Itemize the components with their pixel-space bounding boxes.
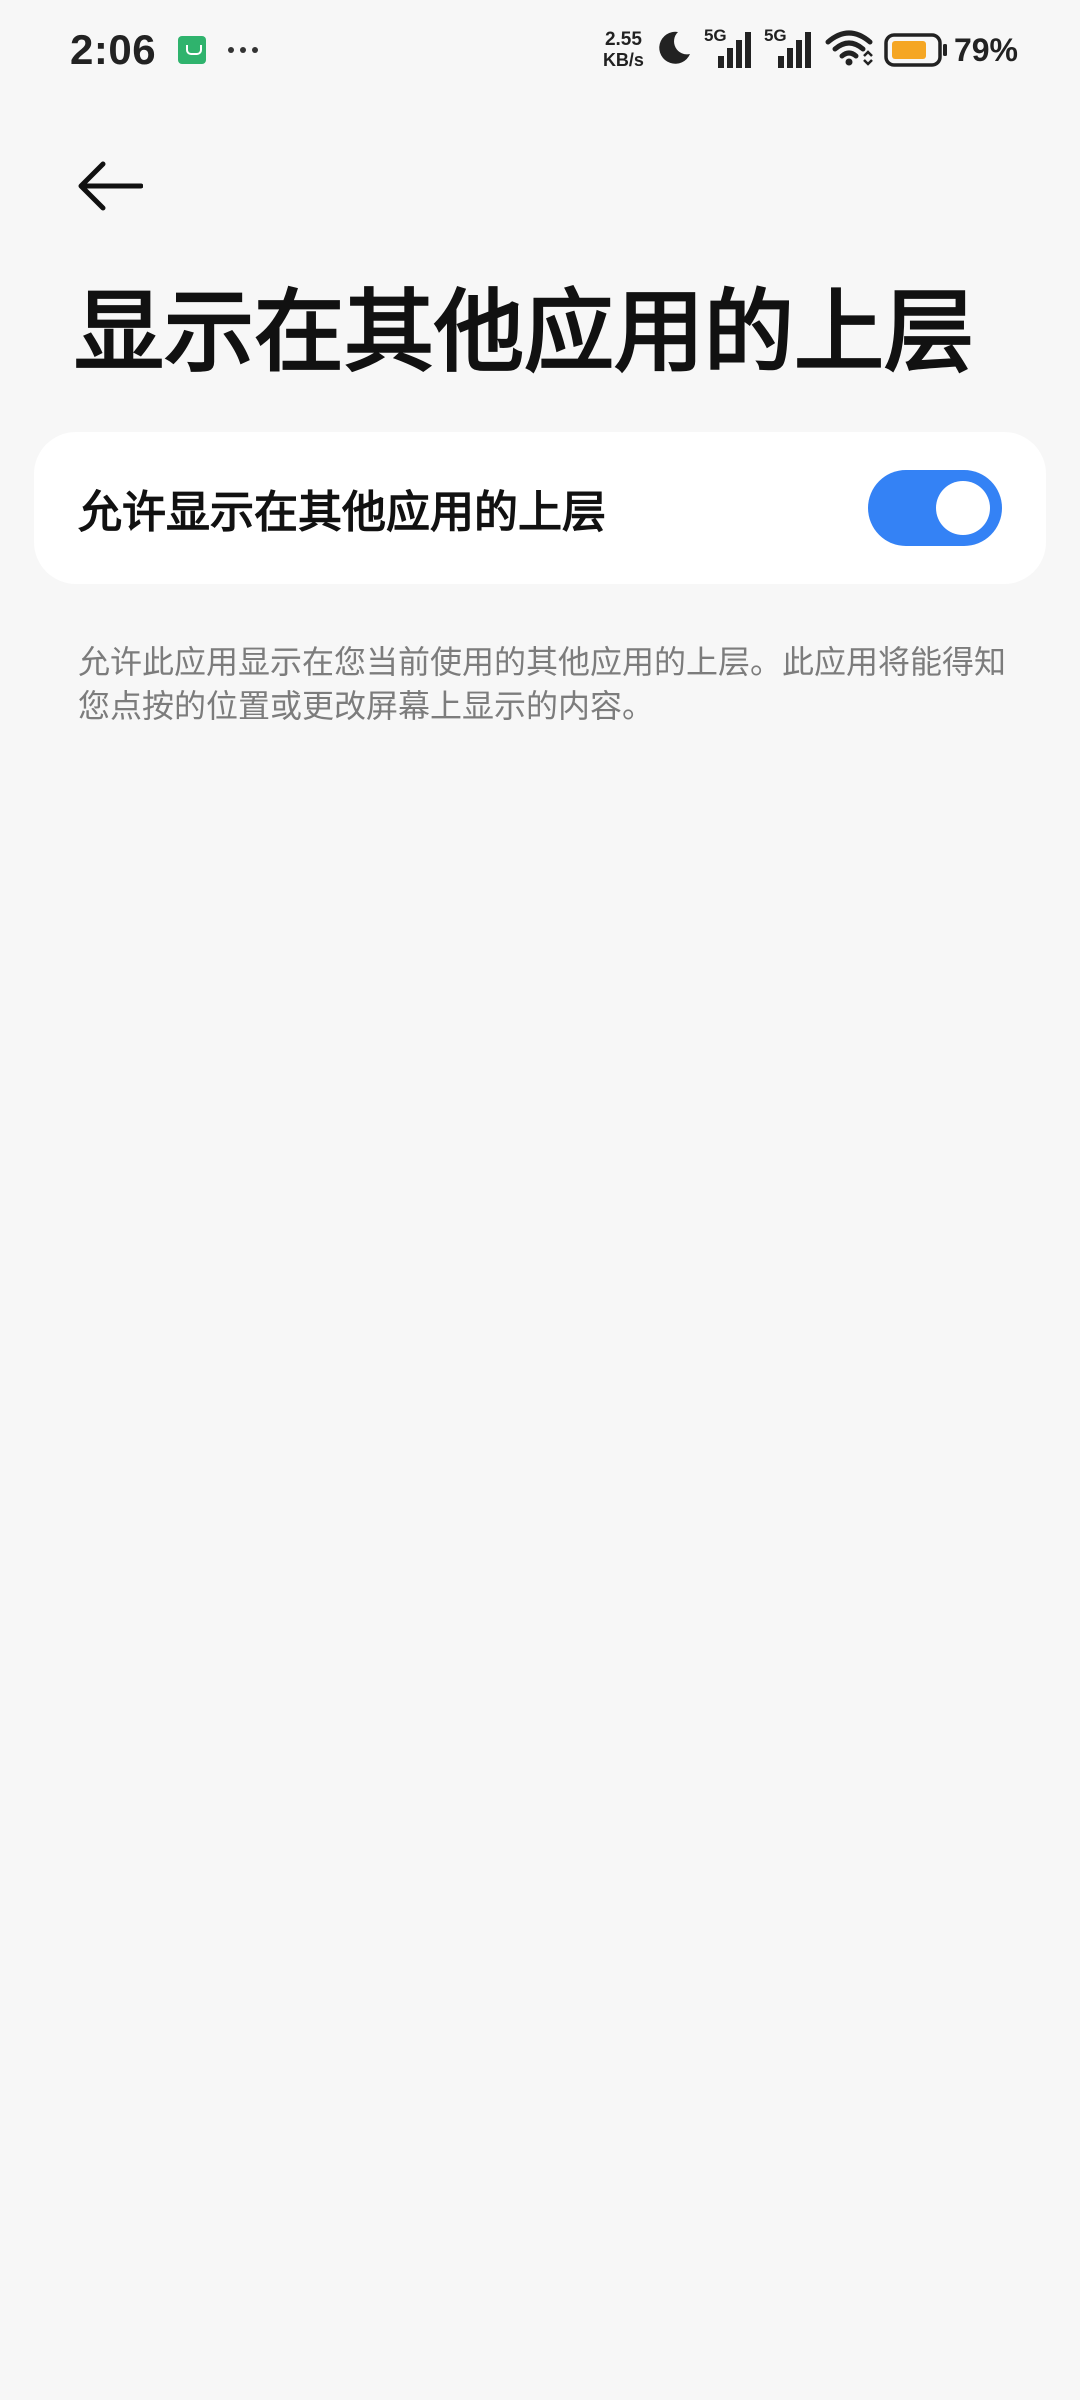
permission-setting-card[interactable]: 允许显示在其他应用的上层 [34, 432, 1046, 584]
signal-sim2-label: 5G [763, 26, 787, 45]
signal-strength-sim1: 5G [704, 26, 754, 70]
notification-app-icon [178, 36, 207, 64]
more-notifications-icon [228, 47, 259, 53]
allow-overlay-toggle[interactable] [868, 470, 1002, 546]
status-bar: 2:06 2.55 KB/s 5G 5G 79% [0, 0, 1080, 100]
back-button[interactable] [74, 155, 146, 217]
status-bar-right: 2.55 KB/s 5G 5G 79% [603, 22, 1018, 78]
signal-sim1-label: 5G [703, 26, 727, 45]
network-speed-unit: KB/s [602, 50, 644, 70]
page-title: 显示在其他应用的上层 [74, 280, 974, 385]
status-time: 2:06 [70, 26, 157, 73]
network-speed: 2.55 KB/s [602, 29, 644, 71]
battery-percentage: 79% [953, 31, 1018, 68]
do-not-disturb-moon-icon [654, 28, 694, 72]
toggle-knob [936, 481, 990, 535]
battery-indicator: 79% [884, 32, 1018, 69]
battery-icon [884, 33, 947, 67]
wifi-icon [824, 28, 874, 72]
signal-strength-sim2: 5G [764, 26, 814, 70]
arrow-left-icon [78, 161, 143, 211]
network-speed-value: 2.55 [604, 29, 642, 50]
setting-label: 允许显示在其他应用的上层 [78, 487, 606, 538]
setting-description: 允许此应用显示在您当前使用的其他应用的上层。此应用将能得知您点按的位置或更改屏幕… [78, 643, 1007, 725]
status-bar-left: 2:06 [70, 22, 259, 78]
